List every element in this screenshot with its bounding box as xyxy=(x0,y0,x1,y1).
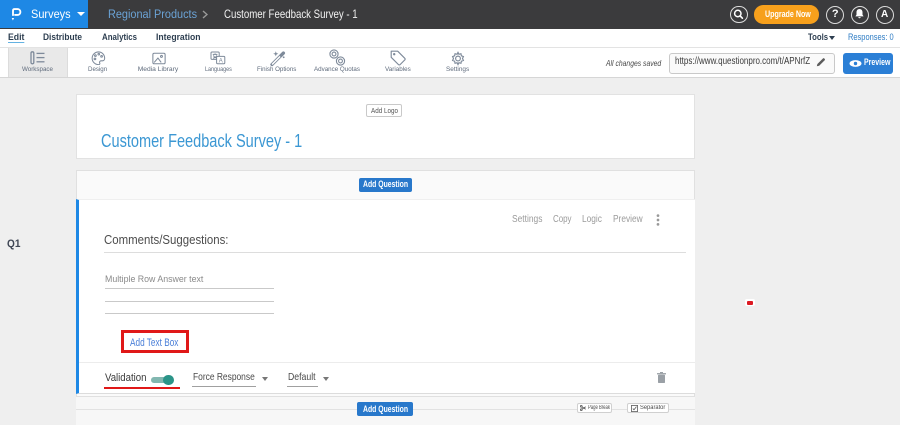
svg-text:A: A xyxy=(219,58,223,64)
